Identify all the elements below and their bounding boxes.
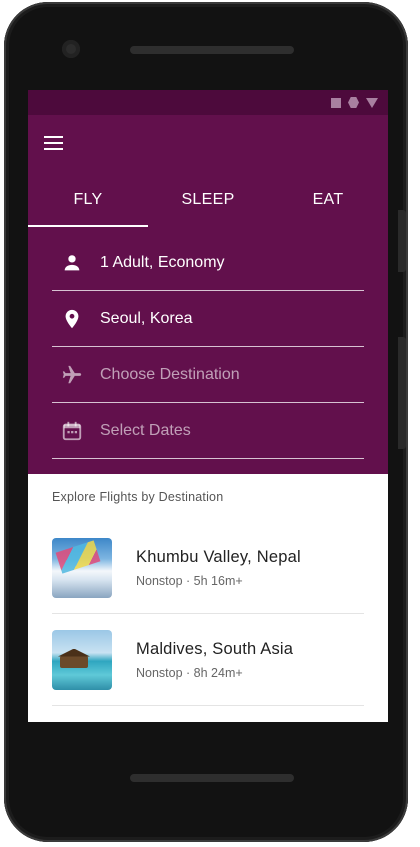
list-item[interactable] [52,706,364,722]
dates-field[interactable]: Select Dates [52,403,364,459]
tab-bar: FLY SLEEP EAT [28,185,388,227]
origin-field[interactable]: Seoul, Korea [52,291,364,347]
app-screen: FLY SLEEP EAT 1 Adult, Economy Seoul, Ko… [28,90,388,722]
destination-meta: Nonstop · 5h 16m+ [136,573,243,588]
destination-name: Khumbu Valley, Nepal [136,547,301,566]
destination-thumbnail [52,629,112,690]
explore-section: Explore Flights by Destination Khumbu Va… [28,474,388,722]
destination-meta: Nonstop · 8h 24m+ [136,665,243,680]
tab-fly[interactable]: FLY [28,185,148,227]
destination-placeholder: Choose Destination [100,365,240,383]
volume-button [398,337,406,449]
power-button [398,210,406,272]
travelers-value: 1 Adult, Economy [100,253,225,271]
destination-field[interactable]: Choose Destination [52,347,364,403]
status-square-icon [331,97,341,108]
destination-thumbnail [52,537,112,598]
list-item[interactable]: Maldives, South Asia Nonstop · 8h 24m+ [52,614,364,706]
calendar-icon [60,419,84,443]
menu-icon[interactable] [44,131,68,155]
status-bar [28,90,388,115]
destination-name: Maldives, South Asia [136,639,294,658]
status-hexagon-icon [348,97,359,108]
status-triangle-icon [366,97,378,108]
airplane-icon [60,363,84,387]
dates-placeholder: Select Dates [100,421,191,439]
origin-value: Seoul, Korea [100,309,193,327]
tab-sleep[interactable]: SLEEP [148,185,268,227]
travelers-field[interactable]: 1 Adult, Economy [52,235,364,291]
person-icon [60,251,84,275]
explore-title: Explore Flights by Destination [52,490,224,504]
location-pin-icon [60,307,84,331]
front-camera [62,40,80,58]
list-item[interactable]: Khumbu Valley, Nepal Nonstop · 5h 16m+ [52,522,364,614]
tab-eat[interactable]: EAT [268,185,388,227]
bottom-speaker [130,774,294,782]
search-header: FLY SLEEP EAT 1 Adult, Economy Seoul, Ko… [28,115,388,474]
destination-thumbnail [52,721,112,722]
top-speaker [130,46,294,54]
